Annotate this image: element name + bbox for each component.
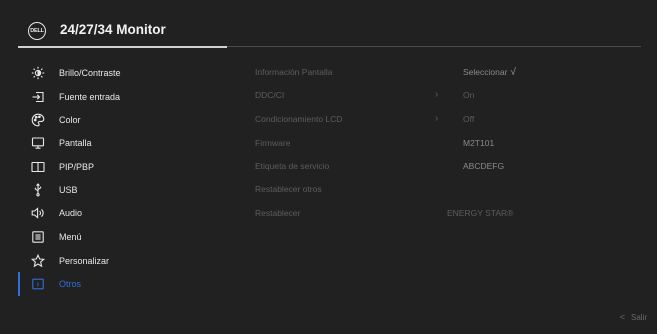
- svg-text:i: i: [37, 282, 39, 289]
- select-text: Seleccionar: [463, 67, 508, 77]
- exit-button[interactable]: < Salir: [620, 312, 647, 322]
- exit-label: Salir: [630, 313, 647, 322]
- setting-label: Restablecer: [255, 208, 301, 218]
- setting-label: Etiqueta de servicio: [255, 161, 330, 171]
- setting-ddc-ci[interactable]: DDC/CI › On: [255, 88, 635, 104]
- sidebar-item-menu[interactable]: Menú: [18, 225, 228, 249]
- setting-label: DDC/CI: [255, 90, 285, 100]
- sidebar-item-personalize[interactable]: Personalizar: [18, 249, 228, 273]
- display-icon: [31, 136, 45, 150]
- sidebar-item-label: Color: [59, 115, 81, 125]
- brightness-icon: [31, 66, 45, 80]
- sidebar-item-label: Pantalla: [59, 138, 92, 148]
- setting-value: Off: [463, 114, 475, 124]
- sidebar-item-others[interactable]: i Otros: [18, 272, 228, 296]
- others-icon: i: [31, 277, 45, 291]
- osd-header: DELL 24/27/34 Monitor: [0, 0, 657, 46]
- setting-display-info[interactable]: Información Pantalla Seleccionar √: [255, 65, 635, 81]
- sidebar-item-label: Personalizar: [59, 256, 110, 266]
- setting-label: Firmware: [255, 138, 291, 148]
- setting-value: M2T101: [463, 138, 495, 148]
- sidebar-item-label: Otros: [59, 279, 82, 289]
- setting-value: ABCDEFG: [463, 161, 505, 171]
- setting-reset-others[interactable]: Restablecer otros: [255, 182, 635, 198]
- sidebar-item-brightness-contrast[interactable]: Brillo/Contraste: [18, 61, 228, 85]
- monitor-osd: DELL 24/27/34 Monitor Brillo/Contraste F…: [0, 0, 657, 334]
- setting-label: Condicionamiento LCD: [255, 114, 343, 124]
- setting-firmware: Firmware M2T101: [255, 136, 635, 152]
- setting-label: Información Pantalla: [255, 67, 333, 77]
- chevron-right-icon: ›: [435, 113, 439, 124]
- sidebar-item-label: Fuente entrada: [59, 92, 121, 102]
- check-icon: √: [510, 67, 516, 78]
- sidebar-item-usb[interactable]: USB: [18, 178, 228, 202]
- setting-value: On: [463, 90, 475, 100]
- sidebar-item-label: USB: [59, 185, 78, 195]
- chevron-left-icon: <: [619, 312, 625, 322]
- dell-logo: DELL: [28, 22, 46, 40]
- sidebar-item-label: PIP/PBP: [59, 162, 95, 172]
- dell-logo-text: DELL: [30, 28, 44, 34]
- star-icon: [31, 254, 45, 268]
- sidebar-item-audio[interactable]: Audio: [18, 201, 228, 225]
- menu-icon: [31, 230, 45, 244]
- sidebar-item-label: Audio: [59, 208, 83, 218]
- speaker-icon: [31, 206, 45, 220]
- header-divider: [227, 46, 641, 47]
- sidebar-item-display[interactable]: Pantalla: [18, 131, 228, 155]
- sidebar-item-label: Brillo/Contraste: [59, 68, 121, 78]
- energy-star-label: ENERGY STAR®: [447, 208, 514, 218]
- pip-pbp-icon: [31, 160, 45, 174]
- setting-value[interactable]: Seleccionar √: [463, 67, 516, 78]
- setting-reset[interactable]: Restablecer ENERGY STAR®: [255, 206, 635, 222]
- sidebar-item-input-source[interactable]: Fuente entrada: [18, 85, 228, 109]
- chevron-right-icon: ›: [435, 89, 439, 100]
- input-source-icon: [31, 90, 45, 104]
- sidebar-item-color[interactable]: Color: [18, 108, 228, 132]
- sidebar-item-label: Menú: [59, 232, 82, 242]
- header-divider-active: [18, 46, 227, 48]
- usb-icon: [31, 183, 45, 197]
- setting-lcd-conditioning[interactable]: Condicionamiento LCD › Off: [255, 112, 635, 128]
- setting-service-tag: Etiqueta de servicio ABCDEFG: [255, 159, 635, 175]
- sidebar-item-pip-pbp[interactable]: PIP/PBP: [18, 155, 228, 179]
- setting-label: Restablecer otros: [255, 184, 322, 194]
- osd-title: 24/27/34 Monitor: [60, 22, 166, 37]
- color-palette-icon: [31, 113, 45, 127]
